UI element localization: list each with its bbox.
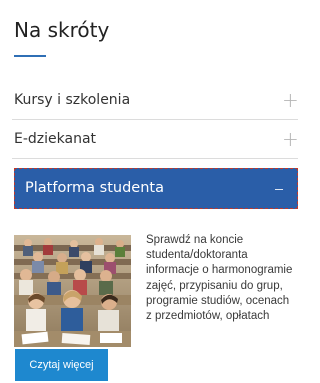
shortcuts-widget: Na skróty Kursy i szkolenia + E-dziekana… (12, 0, 299, 383)
plus-icon[interactable]: + (282, 127, 299, 151)
accordion-item-platforma-studenta[interactable]: Platforma studenta – (14, 168, 298, 209)
accordion-item-e-dziekanat[interactable]: E-dziekanat + (12, 121, 299, 159)
plus-icon[interactable]: + (282, 88, 299, 112)
panel-description: Sprawdź na koncie studenta/doktoranta in… (146, 234, 293, 323)
students-photo (14, 235, 131, 347)
accordion-item-label: Kursy i szkolenia (14, 92, 131, 108)
widget-title: Na skróty (14, 18, 110, 42)
accordion-item-label: Platforma studenta (25, 180, 164, 196)
minus-icon[interactable]: – (271, 176, 287, 200)
accordion-item-kursy[interactable]: Kursy i szkolenia + (12, 82, 299, 120)
read-more-button[interactable]: Czytaj więcej (15, 349, 108, 381)
accordion-item-label: E-dziekanat (14, 131, 97, 147)
title-underline (14, 55, 46, 57)
